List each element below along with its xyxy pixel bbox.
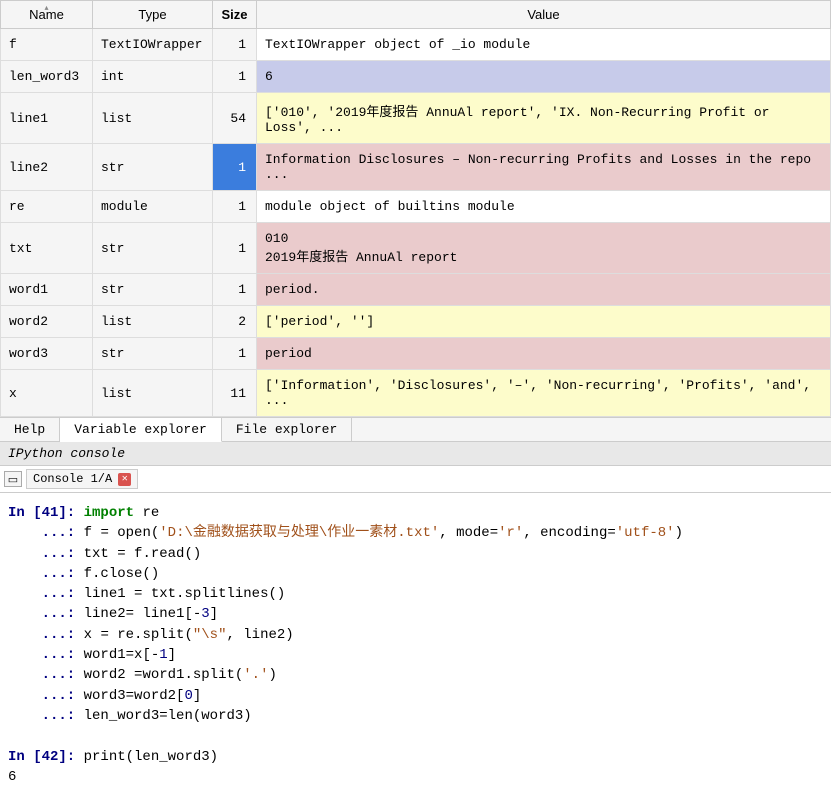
table-row[interactable]: xlist11['Information', 'Disclosures', '–… bbox=[1, 370, 831, 417]
table-row[interactable]: remodule1module object of builtins modul… bbox=[1, 191, 831, 223]
cell-name: x bbox=[1, 370, 93, 417]
cell-value: ['period', ''] bbox=[257, 306, 831, 338]
table-row[interactable]: line1list54['010', '2019年度报告 AnnuAl repo… bbox=[1, 93, 831, 144]
table-row[interactable]: len_word3int16 bbox=[1, 61, 831, 93]
cell-size: 1 bbox=[213, 191, 257, 223]
cell-name: txt bbox=[1, 223, 93, 274]
cell-value: module object of builtins module bbox=[257, 191, 831, 223]
console-tab-label: Console 1/A bbox=[33, 472, 112, 486]
cell-value: 6 bbox=[257, 61, 831, 93]
cell-size: 1 bbox=[213, 144, 257, 191]
cell-name: word1 bbox=[1, 274, 93, 306]
cell-size: 1 bbox=[213, 274, 257, 306]
cell-type: list bbox=[93, 306, 213, 338]
column-header-name[interactable]: ▴Name bbox=[1, 1, 93, 29]
variable-explorer-table[interactable]: ▴Name Type Size Value fTextIOWrapper1Tex… bbox=[0, 0, 831, 417]
console-tab[interactable]: Console 1/A ✕ bbox=[26, 469, 138, 489]
cell-type: int bbox=[93, 61, 213, 93]
table-row[interactable]: word3str1period bbox=[1, 338, 831, 370]
cell-value: Information Disclosures – Non-recurring … bbox=[257, 144, 831, 191]
column-header-size[interactable]: Size bbox=[213, 1, 257, 29]
ipython-console-header: IPython console bbox=[0, 442, 831, 466]
cell-type: str bbox=[93, 338, 213, 370]
new-console-button[interactable]: ▭ bbox=[4, 471, 22, 487]
cell-name: line1 bbox=[1, 93, 93, 144]
cell-type: list bbox=[93, 370, 213, 417]
cell-size: 1 bbox=[213, 61, 257, 93]
cell-type: list bbox=[93, 93, 213, 144]
cell-value: period bbox=[257, 338, 831, 370]
cell-size: 1 bbox=[213, 223, 257, 274]
cell-value: ['Information', 'Disclosures', '–', 'Non… bbox=[257, 370, 831, 417]
tab-variable-explorer[interactable]: Variable explorer bbox=[60, 418, 222, 442]
sort-caret-icon: ▴ bbox=[44, 3, 48, 12]
table-row[interactable]: fTextIOWrapper1TextIOWrapper object of _… bbox=[1, 29, 831, 61]
cell-size: 54 bbox=[213, 93, 257, 144]
close-icon[interactable]: ✕ bbox=[118, 473, 131, 486]
column-header-value[interactable]: Value bbox=[257, 1, 831, 29]
cell-size: 1 bbox=[213, 29, 257, 61]
column-header-type[interactable]: Type bbox=[93, 1, 213, 29]
cell-size: 11 bbox=[213, 370, 257, 417]
cell-name: word2 bbox=[1, 306, 93, 338]
cell-type: TextIOWrapper bbox=[93, 29, 213, 61]
cell-type: str bbox=[93, 274, 213, 306]
console-tab-bar: ▭ Console 1/A ✕ bbox=[0, 466, 831, 493]
cell-value: ['010', '2019年度报告 AnnuAl report', 'IX. N… bbox=[257, 93, 831, 144]
cell-name: len_word3 bbox=[1, 61, 93, 93]
cell-name: re bbox=[1, 191, 93, 223]
tab-file-explorer[interactable]: File explorer bbox=[222, 418, 352, 441]
cell-name: word3 bbox=[1, 338, 93, 370]
cell-type: module bbox=[93, 191, 213, 223]
cell-name: f bbox=[1, 29, 93, 61]
cell-value: 010 2019年度报告 AnnuAl report bbox=[257, 223, 831, 274]
table-row[interactable]: word1str1period. bbox=[1, 274, 831, 306]
table-row[interactable]: word2list2['period', ''] bbox=[1, 306, 831, 338]
table-row[interactable]: line2str1Information Disclosures – Non-r… bbox=[1, 144, 831, 191]
console-output[interactable]: In [41]: import re ...: f = open('D:\金融数… bbox=[0, 493, 831, 797]
cell-size: 2 bbox=[213, 306, 257, 338]
table-row[interactable]: txtstr1010 2019年度报告 AnnuAl report bbox=[1, 223, 831, 274]
cell-size: 1 bbox=[213, 338, 257, 370]
cell-value: TextIOWrapper object of _io module bbox=[257, 29, 831, 61]
cell-type: str bbox=[93, 144, 213, 191]
cell-type: str bbox=[93, 223, 213, 274]
bottom-tabs: Help Variable explorer File explorer bbox=[0, 417, 831, 442]
tab-help[interactable]: Help bbox=[0, 418, 60, 441]
cell-value: period. bbox=[257, 274, 831, 306]
cell-name: line2 bbox=[1, 144, 93, 191]
